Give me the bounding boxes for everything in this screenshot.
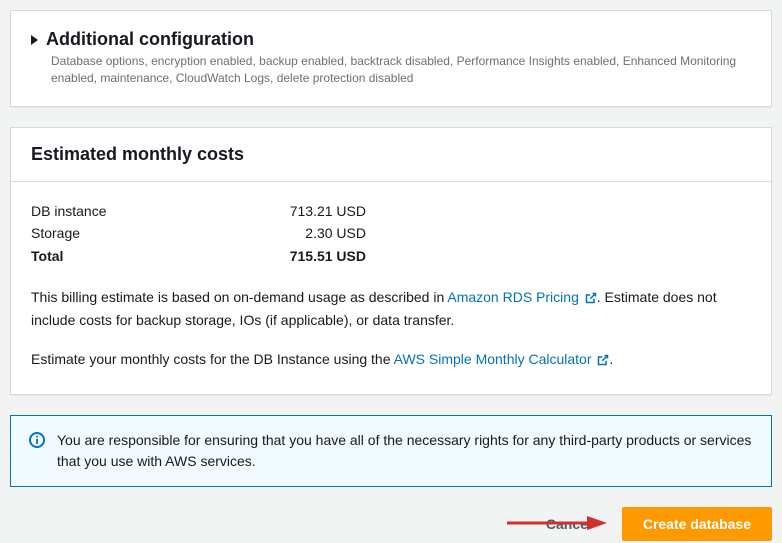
cost-value: 2.30 USD [276,222,366,244]
cost-row: DB instance 713.21 USD [31,200,751,222]
additional-configuration-description: Database options, encryption enabled, ba… [51,53,751,88]
simple-monthly-calculator-link[interactable]: AWS Simple Monthly Calculator [394,351,610,367]
additional-configuration-title: Additional configuration [46,29,254,50]
cost-label: DB instance [31,200,276,222]
estimate-text-after: . [609,351,613,367]
estimated-costs-title: Estimated monthly costs [31,144,751,165]
create-database-button[interactable]: Create database [622,507,772,541]
caret-right-icon [31,35,38,45]
form-actions: Cancel Create database [10,507,772,541]
cancel-button[interactable]: Cancel [528,508,610,540]
cost-value: 713.21 USD [276,200,366,222]
cost-total-value: 715.51 USD [276,245,366,267]
additional-configuration-panel: Additional configuration Database option… [10,10,772,107]
responsibility-notice: You are responsible for ensuring that yo… [10,415,772,487]
simple-monthly-calculator-link-text: AWS Simple Monthly Calculator [394,351,592,367]
responsibility-notice-text: You are responsible for ensuring that yo… [57,430,753,472]
disclaimer-text-before: This billing estimate is based on on-dem… [31,289,447,305]
estimated-costs-panel: Estimated monthly costs DB instance 713.… [10,127,772,395]
external-link-icon [597,351,609,372]
rds-pricing-link-text: Amazon RDS Pricing [447,289,579,305]
cost-row: Storage 2.30 USD [31,222,751,244]
additional-configuration-toggle[interactable]: Additional configuration Database option… [31,29,751,88]
cost-label: Storage [31,222,276,244]
external-link-icon [585,289,597,310]
info-icon [29,432,45,472]
cost-table: DB instance 713.21 USD Storage 2.30 USD … [31,200,751,267]
cost-total-label: Total [31,245,276,267]
estimate-line: Estimate your monthly costs for the DB I… [31,349,751,372]
cost-row-total: Total 715.51 USD [31,245,751,267]
rds-pricing-link[interactable]: Amazon RDS Pricing [447,289,596,305]
estimate-text-before: Estimate your monthly costs for the DB I… [31,351,394,367]
billing-disclaimer: This billing estimate is based on on-dem… [31,287,751,331]
